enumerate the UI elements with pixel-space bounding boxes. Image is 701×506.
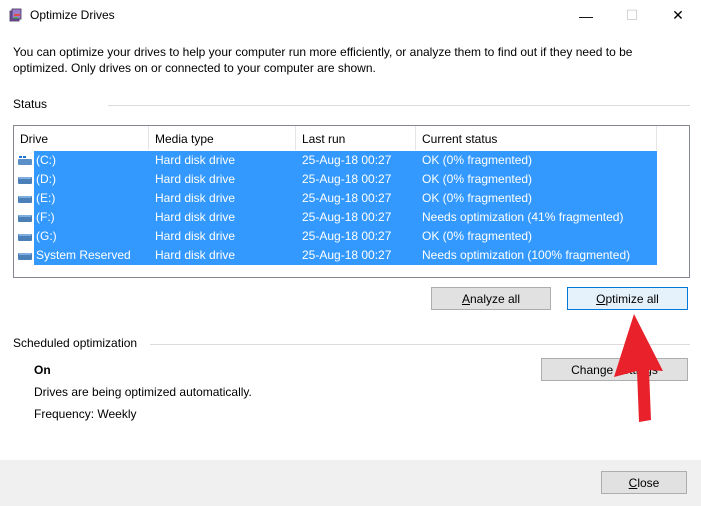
status-divider (108, 105, 690, 106)
minimize-button[interactable]: — (563, 0, 609, 31)
drive-list-header: Drive Media type Last run Current status (14, 126, 689, 150)
drive-icon (18, 196, 32, 203)
cell-media-type: Hard disk drive (155, 191, 236, 205)
drive-icon (18, 253, 32, 260)
cell-current-status: OK (0% fragmented) (422, 191, 533, 205)
cell-last-run: 25-Aug-18 00:27 (302, 153, 392, 167)
drive-list[interactable]: Drive Media type Last run Current status… (13, 125, 690, 278)
cell-current-status: OK (0% fragmented) (422, 153, 533, 167)
analyze-all-rest: nalyze all (469, 291, 521, 306)
close-icon: ✕ (672, 7, 684, 23)
close-label: Close (629, 476, 660, 490)
table-row[interactable]: System Reserved Hard disk drive 25-Aug-18 … (14, 246, 689, 265)
cell-media-type: Hard disk drive (155, 229, 236, 243)
cell-drive: (F:) (36, 210, 55, 224)
change-settings-button[interactable]: Change settings (541, 358, 688, 381)
analyze-all-accel: A (461, 291, 470, 306)
schedule-state: On (34, 363, 51, 377)
close-button[interactable]: Close (601, 471, 687, 494)
cell-current-status: OK (0% fragmented) (422, 172, 533, 186)
column-header-drive[interactable]: Drive (14, 126, 149, 150)
table-row[interactable]: (F:) Hard disk drive 25-Aug-18 00:27 Needs … (14, 208, 689, 227)
schedule-frequency: Frequency: Weekly (34, 407, 137, 421)
drive-icon (18, 234, 32, 241)
maximize-button[interactable]: ☐ (609, 0, 655, 31)
cell-last-run: 25-Aug-18 00:27 (302, 210, 392, 224)
cell-media-type: Hard disk drive (155, 248, 236, 262)
drive-icon (18, 177, 32, 184)
status-section-label: Status (13, 97, 48, 111)
cell-current-status: OK (0% fragmented) (422, 229, 533, 243)
schedule-message: Drives are being optimized automatically… (34, 385, 252, 399)
table-row[interactable]: (E:) Hard disk drive 25-Aug-18 00:27 OK (0%… (14, 189, 689, 208)
cell-drive: (G:) (36, 229, 57, 243)
scheduled-divider (150, 344, 690, 345)
optimize-all-rest: ptimize all (605, 291, 659, 306)
cell-media-type: Hard disk drive (155, 210, 236, 224)
table-row[interactable]: (G:) Hard disk drive 25-Aug-18 00:27 OK (0%… (14, 227, 689, 246)
drive-icon (18, 215, 32, 222)
close-rest: lose (637, 475, 660, 490)
cell-current-status: Needs optimization (41% fragmented) (422, 210, 624, 224)
change-settings-label: Change settings (571, 362, 658, 377)
scheduled-section-label: Scheduled optimization (13, 336, 138, 350)
optimize-all-label: Optimize all (596, 292, 659, 306)
cell-last-run: 25-Aug-18 00:27 (302, 172, 392, 186)
description-text: You can optimize your drives to help you… (13, 45, 633, 75)
minimize-icon: — (579, 7, 593, 24)
cell-drive: (E:) (36, 191, 56, 205)
analyze-all-button[interactable]: Analyze all (431, 287, 551, 310)
cell-media-type: Hard disk drive (155, 153, 236, 167)
cell-drive: System Reserved (36, 248, 131, 262)
cell-drive: (D:) (36, 172, 56, 186)
window-title: Optimize Drives (30, 8, 115, 22)
column-header-current-status[interactable]: Current status (416, 126, 657, 150)
cell-last-run: 25-Aug-18 00:27 (302, 229, 392, 243)
cell-last-run: 25-Aug-18 00:27 (302, 191, 392, 205)
table-row[interactable]: (C:) Hard disk drive 25-Aug-18 00:27 OK (0%… (14, 151, 689, 170)
cell-media-type: Hard disk drive (155, 172, 236, 186)
cell-drive: (C:) (36, 153, 56, 167)
title-bar: Optimize Drives — ☐ ✕ (0, 0, 701, 31)
optimize-all-button[interactable]: Optimize all (567, 287, 688, 310)
cell-current-status: Needs optimization (100% fragmented) (422, 248, 631, 262)
cell-last-run: 25-Aug-18 00:27 (302, 248, 392, 262)
close-window-button[interactable]: ✕ (655, 0, 701, 31)
optimize-drives-app-icon (9, 8, 22, 22)
table-row[interactable]: (D:) Hard disk drive 25-Aug-18 00:27 OK (0%… (14, 170, 689, 189)
analyze-all-label: Analyze all (462, 292, 520, 306)
system-drive-icon (18, 156, 32, 165)
column-header-media-type[interactable]: Media type (149, 126, 296, 150)
maximize-icon: ☐ (625, 7, 639, 23)
dialog-footer (0, 460, 701, 506)
column-header-last-run[interactable]: Last run (296, 126, 416, 150)
